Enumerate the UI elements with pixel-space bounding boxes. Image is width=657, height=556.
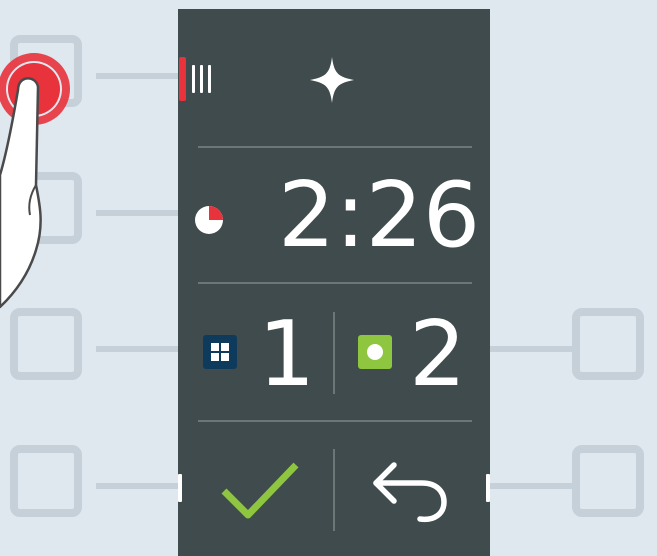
level-mark bbox=[208, 65, 211, 93]
timer-value[interactable]: 2:26 bbox=[278, 171, 480, 261]
grid-tray-icon bbox=[203, 335, 237, 369]
key-2-lead bbox=[96, 210, 178, 216]
key-5-lead bbox=[490, 346, 574, 352]
level-indicator bbox=[178, 57, 218, 101]
pointing-hand-icon bbox=[0, 53, 70, 309]
hardware-key-6[interactable] bbox=[572, 445, 644, 517]
key-4-lead bbox=[96, 483, 178, 489]
key-3-lead bbox=[96, 346, 178, 352]
actions-separator bbox=[333, 449, 335, 531]
divider-bottom bbox=[198, 420, 472, 422]
single-tray-icon bbox=[358, 335, 392, 369]
right-edge-tick bbox=[486, 474, 490, 502]
back-arrow-icon[interactable] bbox=[372, 457, 450, 525]
level-mark bbox=[200, 65, 203, 93]
left-edge-tick bbox=[178, 474, 182, 502]
divider-top bbox=[198, 146, 472, 148]
selection-separator bbox=[333, 312, 335, 394]
hardware-key-3[interactable] bbox=[10, 308, 82, 380]
timer-pie-icon bbox=[195, 206, 223, 234]
hardware-key-4[interactable] bbox=[10, 445, 82, 517]
key-6-lead bbox=[490, 483, 574, 489]
selection-right-value[interactable]: 2 bbox=[409, 310, 466, 400]
hardware-key-5[interactable] bbox=[572, 308, 644, 380]
selection-left-value[interactable]: 1 bbox=[258, 310, 315, 400]
divider-middle bbox=[198, 282, 472, 284]
display-panel: 2:26 1 2 bbox=[178, 9, 490, 556]
level-mark-active bbox=[179, 57, 186, 101]
level-mark bbox=[192, 65, 195, 93]
key-1-lead bbox=[96, 73, 178, 79]
sparkle-icon[interactable] bbox=[308, 55, 356, 105]
checkmark-icon[interactable] bbox=[220, 461, 300, 521]
